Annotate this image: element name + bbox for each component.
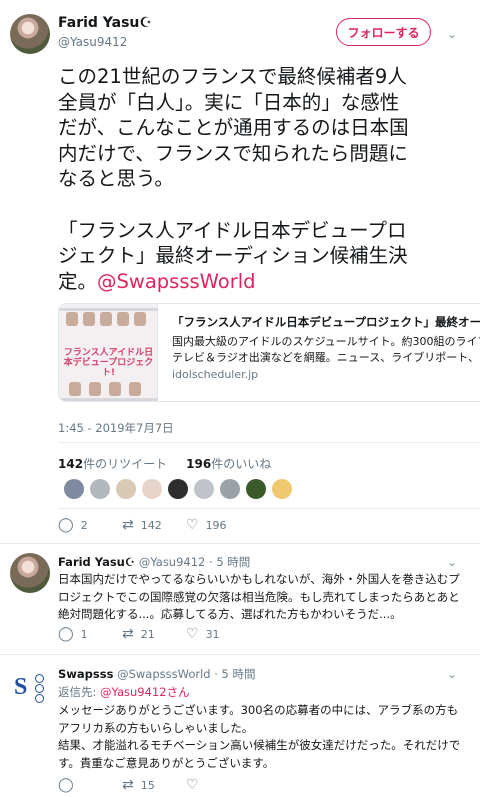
chevron-down-icon[interactable]: ⌄: [444, 666, 460, 682]
avatar[interactable]: [142, 479, 162, 499]
display-name[interactable]: Farid Yasu☪: [58, 555, 135, 569]
heart-icon: ♡: [186, 626, 199, 642]
retweets-label: 件のリツイート: [83, 457, 168, 471]
logo-dot: [35, 674, 44, 683]
divider: [0, 654, 480, 655]
divider: [0, 543, 480, 544]
handle-and-time[interactable]: @Yasu9412 · 5 時間: [139, 555, 250, 569]
handle-and-time[interactable]: @SwapsssWorld · 5 時間: [117, 667, 255, 681]
logo-dot: [35, 684, 44, 693]
retweet-count: 15: [140, 778, 155, 792]
card-description-line: テレビ＆ラジオ出演などを網羅。ニュース、ライブリポート、...: [172, 351, 480, 364]
avatar[interactable]: [272, 479, 292, 499]
reply-to-label: 返信先:: [58, 685, 101, 699]
retweets-count: 142: [58, 457, 84, 471]
reply-header: Farid Yasu☪ @Yasu9412 · 5 時間: [58, 554, 250, 570]
divider: [58, 508, 480, 509]
reply-icon: ◯: [58, 777, 74, 793]
avatar[interactable]: S: [12, 670, 48, 706]
reply-text: メッセージありがとうございます。300名の応募者の中には、アラブ系の方もアフリカ…: [58, 703, 461, 770]
avatar[interactable]: [194, 479, 214, 499]
reply-icon: ◯: [58, 517, 74, 533]
card-thumbnail: フランス人アイドル日本デビュープロジェクト!: [59, 304, 158, 401]
retweet-icon: ⇄: [122, 626, 134, 642]
reply-count: 1: [80, 627, 88, 641]
tweet-text-fragment: 定。: [58, 269, 98, 293]
avatar[interactable]: [10, 553, 50, 593]
reply-button[interactable]: ◯: [58, 777, 81, 793]
avatar[interactable]: [116, 479, 136, 499]
card-thumbnail-text: フランス人アイドル日本デビュープロジェクト!: [63, 348, 154, 378]
heart-icon: ♡: [186, 777, 199, 793]
divider: [58, 442, 480, 443]
reply-icon: ◯: [58, 626, 74, 642]
tweet-text-line: だが、こんなことが通用するのは日本国: [58, 116, 409, 140]
reply-text: 日本国内だけでやってるならいいかもしれないが、海外・外国人を巻き込むプロジェクト…: [58, 572, 460, 621]
tweet-text-line: 「フランス人アイドル日本デビュープロ: [58, 218, 407, 242]
retweet-button[interactable]: ⇄ 15: [122, 777, 155, 793]
avatar[interactable]: [10, 14, 50, 54]
avatar[interactable]: [64, 479, 84, 499]
card-title: 「フランス人アイドル日本デビュープロジェクト」最終オーディ: [172, 315, 480, 329]
tweet-text-line: この21世紀のフランスで最終候補者9人: [58, 65, 407, 88]
user-handle[interactable]: @Yasu9412: [58, 35, 127, 49]
like-button[interactable]: ♡ 196: [186, 517, 227, 533]
retweet-count: 142: [140, 518, 162, 532]
retweet-button[interactable]: ⇄ 142: [122, 517, 162, 533]
card-description-line: 国内最大級のアイドルのスケジュールサイト。約300組のライブ: [172, 335, 480, 348]
display-name[interactable]: Farid Yasu☪: [58, 15, 152, 31]
likes-count: 196: [186, 457, 212, 471]
card-description: 国内最大級のアイドルのスケジュールサイト。約300組のライブ テレビ＆ラジオ出演な…: [172, 334, 480, 366]
like-button[interactable]: ♡: [186, 777, 206, 793]
tweet-actions: ◯ ⇄ 15 ♡: [58, 777, 458, 795]
tweet-actions: ◯ 2 ⇄ 142 ♡ 196: [58, 517, 458, 535]
avatar[interactable]: [246, 479, 266, 499]
retweets-stat[interactable]: 142件のリツイート: [58, 457, 167, 471]
retweet-icon: ⇄: [122, 777, 134, 793]
reply-to-handle[interactable]: @Yasu9412さん: [100, 685, 190, 699]
heart-icon: ♡: [186, 517, 199, 533]
chevron-down-icon[interactable]: ⌄: [444, 26, 460, 42]
tweet-text-blank-line: [58, 192, 476, 218]
retweet-count: 21: [140, 627, 155, 641]
avatar[interactable]: [168, 479, 188, 499]
engagement-stats: 142件のリツイート 196件のいいね: [58, 455, 271, 472]
like-button[interactable]: ♡ 31: [186, 626, 220, 642]
retweet-button[interactable]: ⇄ 21: [122, 626, 155, 642]
tweet-text: この21世紀のフランスで最終候補者9人 全員が「白人」。実に「日本的」な感性 だが、…: [58, 64, 476, 294]
reply-to: 返信先: @Yasu9412さん: [58, 684, 190, 700]
retweet-icon: ⇄: [122, 517, 134, 533]
tweet-actions: ◯ 1 ⇄ 21 ♡ 31: [58, 626, 458, 644]
tweet-text-line: 定。@SwapsssWorld: [58, 269, 476, 295]
like-count: 31: [205, 627, 220, 641]
like-count: 196: [205, 518, 227, 532]
logo-dot: [35, 694, 44, 703]
likes-stat[interactable]: 196件のいいね: [186, 457, 271, 471]
tweet-text-line: ジェクト」最終オーディション候補生決: [58, 244, 408, 268]
reply-button[interactable]: ◯ 2: [58, 517, 88, 533]
tweet-text-line: 全員が「白人」。実に「日本的」な感性: [58, 90, 400, 114]
reply-header: Swapsss @SwapsssWorld · 5 時間: [58, 666, 256, 682]
reply-button[interactable]: ◯ 1: [58, 626, 88, 642]
avatar[interactable]: [90, 479, 110, 499]
card-domain: idolscheduler.jp: [172, 368, 259, 381]
avatar[interactable]: [220, 479, 240, 499]
chevron-down-icon[interactable]: ⌄: [444, 554, 460, 570]
follow-button[interactable]: フォローする: [336, 18, 431, 46]
mention-link[interactable]: @SwapsssWorld: [97, 270, 256, 293]
tweet-text-line: 内だけで、フランスで知られたら問題に: [58, 141, 408, 165]
tweet-timestamp[interactable]: 1:45 - 2019年7月7日: [58, 420, 174, 436]
display-name[interactable]: Swapsss: [58, 667, 113, 681]
link-card[interactable]: フランス人アイドル日本デビュープロジェクト! 「フランス人アイドル日本デビュープ…: [58, 303, 480, 402]
brand-logo: S: [14, 674, 28, 700]
tweet-text-line: なると思う。: [58, 167, 174, 191]
likes-label: 件のいいね: [211, 457, 272, 471]
reply-count: 2: [80, 518, 88, 532]
